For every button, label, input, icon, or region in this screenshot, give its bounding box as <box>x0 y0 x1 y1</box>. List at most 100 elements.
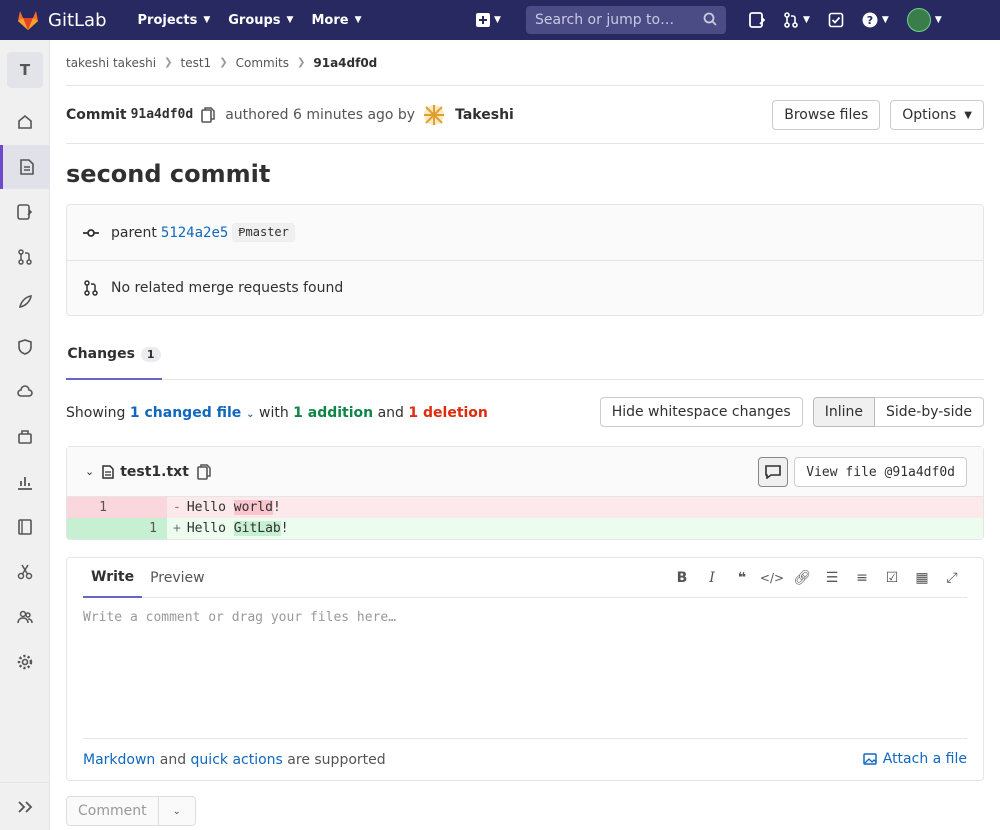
project-sidebar: T <box>0 40 50 830</box>
options-label: Options <box>902 107 957 123</box>
groups-menu[interactable]: Groups ▼ <box>219 0 302 40</box>
new-item-dropdown[interactable]: ▼ <box>470 0 507 40</box>
sidebar-item-snippets[interactable] <box>0 550 50 594</box>
parent-sha-link[interactable]: 5124a2e5 <box>161 225 228 241</box>
sidebar-item-wiki[interactable] <box>0 505 50 549</box>
branch-tag[interactable]: Ᵽmaster <box>232 223 295 242</box>
sidebar-item-project-overview[interactable] <box>0 100 50 144</box>
sidebar-item-merge-requests[interactable] <box>0 235 50 279</box>
tab-preview[interactable]: Preview <box>142 558 213 598</box>
sidebar-item-members[interactable] <box>0 595 50 639</box>
numbered-list-icon[interactable]: ≡ <box>847 570 877 586</box>
changed-files-dropdown[interactable]: 1 changed file ⌄ <box>130 405 255 421</box>
file-icon <box>102 464 114 479</box>
todos-link[interactable] <box>819 0 853 40</box>
fullscreen-icon[interactable]: ⤢ <box>937 570 967 586</box>
sidebar-item-packages[interactable] <box>0 415 50 459</box>
italic-icon[interactable]: I <box>697 570 727 586</box>
inline-view-button[interactable]: Inline <box>812 397 875 427</box>
new-line-number[interactable] <box>117 497 167 518</box>
toggle-comments-button[interactable] <box>758 457 789 487</box>
old-line-number[interactable]: 1 <box>67 497 117 518</box>
projects-menu[interactable]: Projects ▼ <box>129 0 220 40</box>
branch-name: master <box>245 225 289 239</box>
link-icon[interactable]: 🔗︎ <box>787 570 817 586</box>
chevron-right-icon: ❯ <box>219 57 228 68</box>
sidebar-item-ci-cd[interactable] <box>0 280 50 324</box>
breadcrumb: takeshi takeshi ❯ test1 ❯ Commits ❯ 91a4… <box>66 40 984 86</box>
diff-file-header: ⌄ test1.txt View file @91a4df0d <box>67 447 983 497</box>
breadcrumb-current[interactable]: 91a4df0d <box>313 56 377 70</box>
commit-sha: 91a4df0d <box>130 107 194 122</box>
breadcrumb-user[interactable]: takeshi takeshi <box>66 56 156 70</box>
comment-editor: Write Preview B I ❝ </> 🔗︎ ☰ ≡ ☑ ▦ ⤢ Wri… <box>66 557 984 781</box>
comment-button[interactable]: Comment <box>66 796 159 826</box>
task-list-icon[interactable]: ☑ <box>877 570 907 586</box>
chevron-down-icon: ⌄ <box>246 409 255 420</box>
breadcrumb-commits[interactable]: Commits <box>236 56 289 70</box>
quote-icon[interactable]: ❝ <box>727 570 757 586</box>
diff-sign: + <box>173 521 181 536</box>
side-by-side-view-button[interactable]: Side-by-side <box>875 397 984 427</box>
merge-requests-row: No related merge requests found <box>67 260 983 315</box>
sidebar-item-analytics[interactable] <box>0 460 50 504</box>
help-dropdown[interactable]: ? ▼ <box>853 0 898 40</box>
copy-sha-button[interactable] <box>201 106 215 123</box>
search-input[interactable]: Search or jump to… <box>526 6 726 34</box>
sidebar-item-security[interactable] <box>0 325 50 369</box>
new-line-number[interactable]: 1 <box>117 518 167 539</box>
main-content: takeshi takeshi ❯ test1 ❯ Commits ❯ 91a4… <box>66 40 984 826</box>
chevron-down-icon: ▼ <box>494 15 501 25</box>
chevron-down-icon: ▼ <box>203 15 211 25</box>
sidebar-item-repository[interactable] <box>0 145 50 189</box>
commit-label: Commit <box>66 106 127 123</box>
old-line-number[interactable] <box>67 518 117 539</box>
additions-count: 1 addition <box>293 405 374 421</box>
sidebar-item-settings[interactable] <box>0 640 50 684</box>
comment-icon <box>765 465 782 479</box>
browse-files-button[interactable]: Browse files <box>772 100 881 130</box>
table-icon[interactable]: ▦ <box>907 570 937 586</box>
more-menu[interactable]: More ▼ <box>302 0 370 40</box>
comment-textarea[interactable]: Write a comment or drag your files here… <box>83 598 967 738</box>
issues-link[interactable] <box>740 0 774 40</box>
bullet-list-icon[interactable]: ☰ <box>817 570 847 586</box>
author-name[interactable]: Takeshi <box>455 107 514 123</box>
file-name[interactable]: test1.txt <box>120 464 189 480</box>
markdown-help-link[interactable]: Markdown <box>83 752 155 768</box>
attach-file-button[interactable]: Attach a file <box>862 751 967 767</box>
shield-icon <box>18 339 32 355</box>
collapse-sidebar-button[interactable] <box>0 782 50 830</box>
issues-icon <box>17 204 33 220</box>
quick-actions-link[interactable]: quick actions <box>191 752 283 768</box>
project-avatar[interactable]: T <box>7 52 43 88</box>
chevron-right-icon: ❯ <box>296 57 306 68</box>
options-dropdown[interactable]: Options ▼ <box>890 100 984 130</box>
hide-whitespace-button[interactable]: Hide whitespace changes <box>599 397 803 427</box>
markdown-toolbar: B I ❝ </> 🔗︎ ☰ ≡ ☑ ▦ ⤢ <box>667 558 967 598</box>
users-icon <box>17 610 33 624</box>
commit-info-box: parent 5124a2e5 Ᵽmaster No related merge… <box>66 204 984 316</box>
breadcrumb-project[interactable]: test1 <box>181 56 212 70</box>
tab-write[interactable]: Write <box>83 558 143 598</box>
search-icon <box>703 12 717 26</box>
sidebar-item-deployments[interactable] <box>0 370 50 414</box>
sidebar-item-issues[interactable] <box>0 190 50 234</box>
comment-type-dropdown[interactable]: ⌄ <box>158 796 196 826</box>
double-chevron-right-icon <box>18 800 33 813</box>
collapse-file-chevron-icon[interactable]: ⌄ <box>85 465 94 478</box>
image-icon <box>862 753 877 765</box>
diff-summary-bar: Showing 1 changed file ⌄ with 1 addition… <box>66 380 984 446</box>
view-file-button[interactable]: View file @91a4df0d <box>794 457 967 487</box>
author-avatar[interactable] <box>423 104 445 126</box>
gitlab-home-link[interactable]: GitLab <box>0 0 107 40</box>
bold-icon[interactable]: B <box>667 570 697 586</box>
merge-requests-dropdown[interactable]: ▼ <box>774 0 819 40</box>
no-merge-requests-text: No related merge requests found <box>111 280 344 296</box>
user-menu[interactable]: ▼ <box>898 0 951 40</box>
code-icon[interactable]: </> <box>757 571 787 585</box>
tab-changes[interactable]: Changes 1 <box>66 330 162 380</box>
tab-changes-label: Changes <box>67 346 135 362</box>
diff-sign: - <box>173 500 181 515</box>
copy-file-path-button[interactable] <box>197 463 211 480</box>
